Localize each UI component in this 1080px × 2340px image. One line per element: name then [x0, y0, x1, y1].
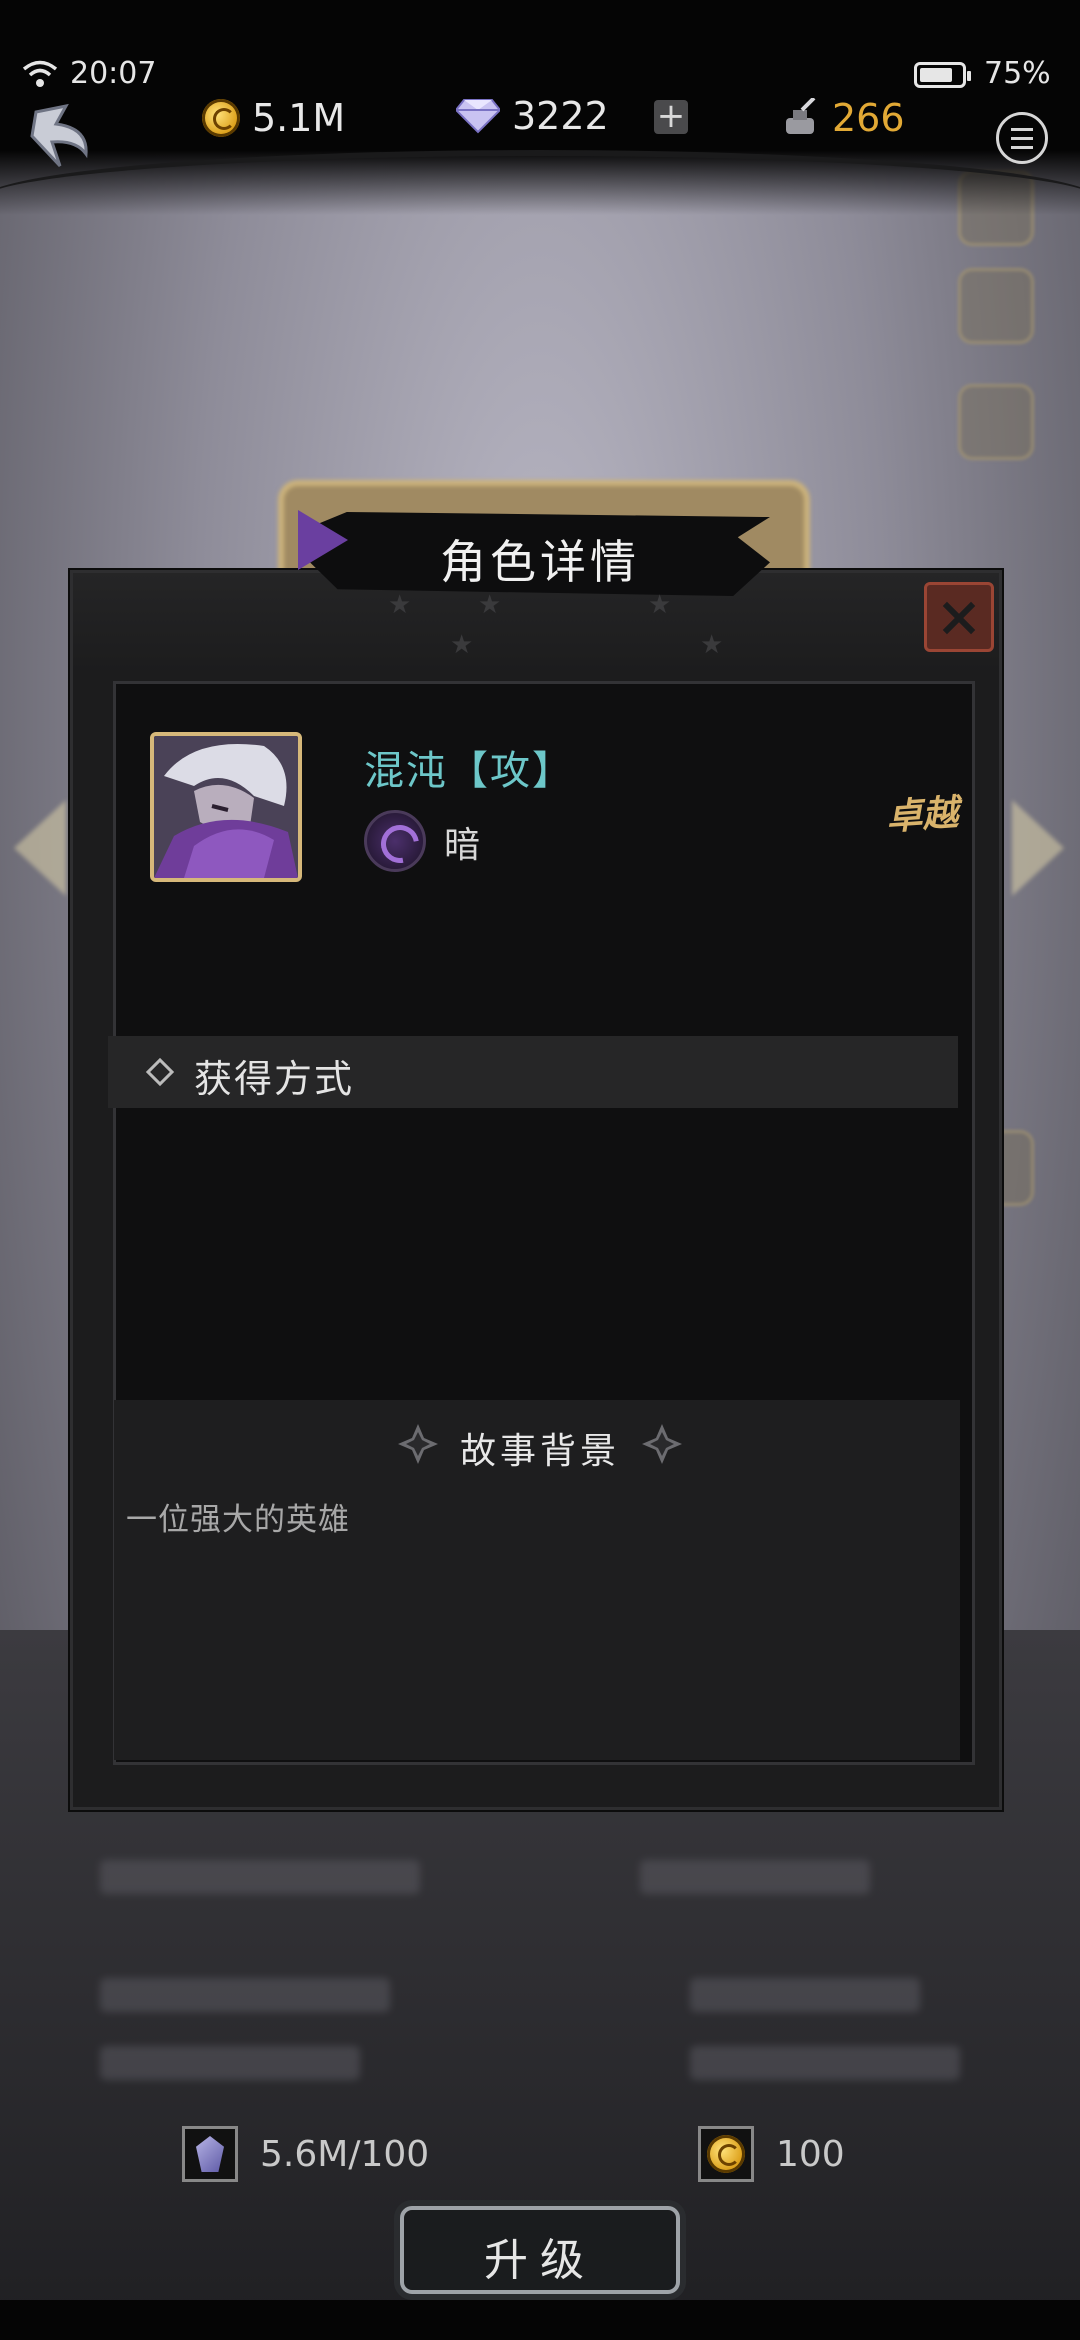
- crystal-cost: 5.6M/100: [182, 2126, 429, 2182]
- battery-percent: 75%: [984, 56, 1051, 91]
- crystal-icon: [182, 2126, 238, 2182]
- decor-star-icon: ★: [450, 630, 474, 660]
- gold-coin-icon: [698, 2126, 754, 2182]
- obtain-section-title: 获得方式: [194, 1057, 355, 1101]
- side-grid-icon: [958, 268, 1034, 344]
- prev-hero-arrow-icon[interactable]: [14, 800, 66, 896]
- crystal-cost-value: 5.6M/100: [260, 2133, 430, 2175]
- hero-portrait: [150, 732, 302, 882]
- decor-star-icon: ★: [648, 590, 672, 620]
- battery-icon: [914, 62, 971, 88]
- wifi-icon: [22, 60, 58, 87]
- next-hero-arrow-icon[interactable]: [1012, 800, 1064, 896]
- upgrade-button-label: 升级: [484, 2235, 596, 2286]
- ink-bottle-icon: [786, 98, 816, 134]
- ink-counter: 266: [780, 96, 905, 140]
- side-book-icon: [958, 384, 1034, 460]
- status-bar: 20:07 75%: [0, 54, 1080, 98]
- gem-amount: 3222: [512, 94, 609, 138]
- dialog-title: 角色详情: [440, 535, 640, 589]
- diamond-gem-icon: [456, 99, 500, 134]
- decor-star-icon: ★: [700, 630, 724, 660]
- story-section-title: 故事背景: [459, 1431, 620, 1472]
- clock: 20:07: [70, 56, 157, 91]
- decor-star-icon: ★: [388, 590, 412, 620]
- add-gems-button[interactable]: +: [654, 99, 688, 134]
- story-text: 一位强大的英雄: [126, 1502, 350, 1538]
- gold-cost-value: 100: [776, 2133, 845, 2175]
- gold-amount: 5.1M: [252, 96, 346, 140]
- main-menu-button[interactable]: [996, 112, 1048, 164]
- ink-amount: 266: [832, 96, 905, 140]
- gem-counter: 3222: [456, 94, 609, 138]
- rarity-badge: 卓越: [884, 792, 960, 839]
- top-frame-curve: [0, 150, 1080, 276]
- bottom-frame: [0, 2300, 1080, 2340]
- gold-cost: 100: [698, 2126, 845, 2182]
- element-label: 暗: [444, 825, 481, 866]
- upgrade-button[interactable]: 升级: [400, 2206, 680, 2294]
- decor-star-icon: ★: [478, 590, 502, 620]
- gold-coin-icon: [202, 99, 240, 137]
- gold-counter: 5.1M: [202, 96, 345, 140]
- dark-element-icon: [364, 810, 426, 872]
- hero-name: 混沌【攻】: [364, 748, 574, 794]
- hero-avatar-image: [154, 736, 298, 878]
- close-dialog-button[interactable]: [924, 582, 994, 652]
- dialog-title-banner: 角色详情: [298, 510, 770, 596]
- back-arrow-icon[interactable]: [26, 102, 98, 172]
